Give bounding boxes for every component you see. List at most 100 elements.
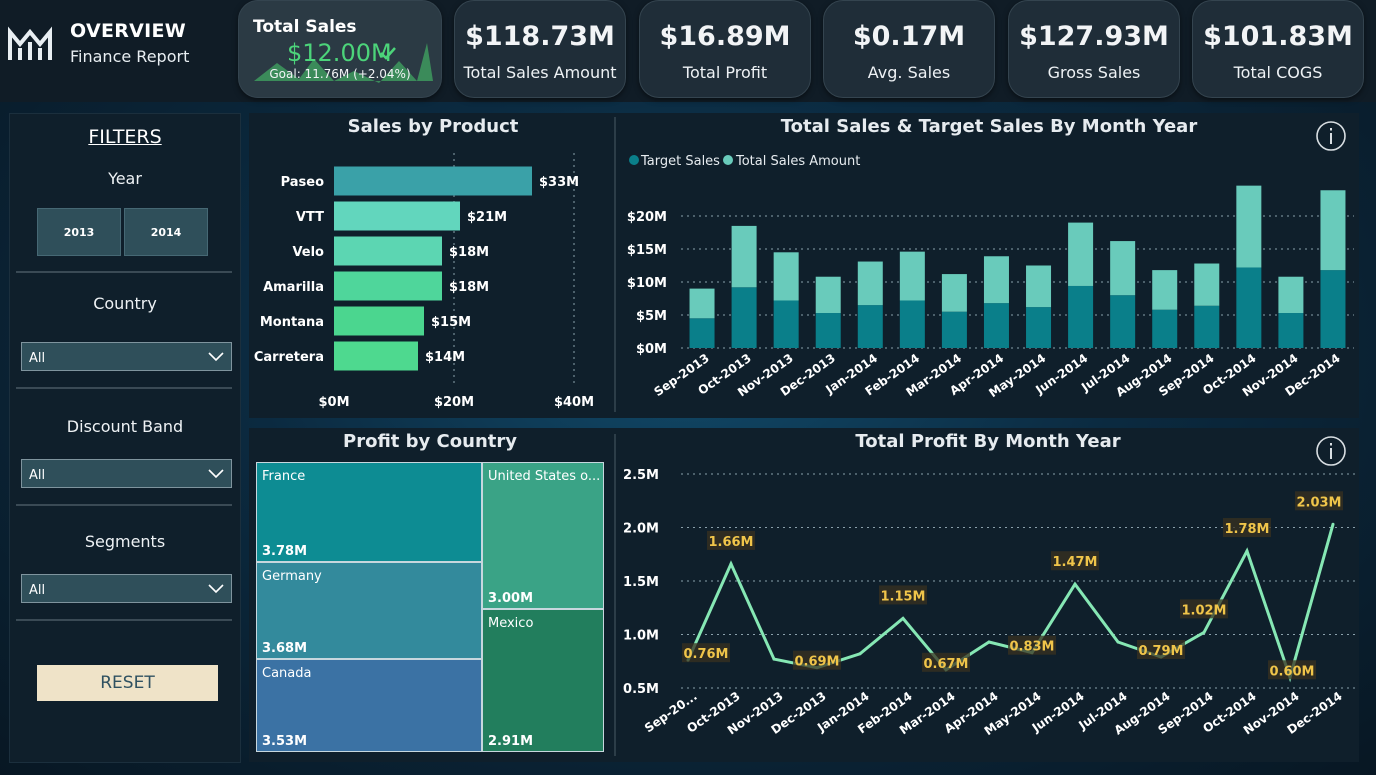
- data-label: 1.47M: [1052, 555, 1097, 570]
- target-sales-bar: [815, 313, 841, 348]
- profit-by-country-title: Profit by Country: [343, 431, 517, 452]
- kpi-total-sales[interactable]: Total Sales $12.00M Goal: 11.76M (+2.04%…: [238, 0, 442, 98]
- country-dropdown-value: All: [29, 351, 46, 366]
- kpi-label: Total Profit: [682, 63, 768, 82]
- kpi-total-sales-goal: Goal: 11.76M (+2.04%): [269, 67, 411, 81]
- reset-button[interactable]: RESET: [37, 665, 218, 701]
- data-label: 0.76M: [683, 647, 728, 662]
- bar-value-label: $18M: [449, 245, 489, 260]
- target-sales-bar: [1194, 305, 1220, 348]
- category-label: Velo: [292, 245, 324, 260]
- kpi-avg-sales[interactable]: $0.17M Avg. Sales: [823, 0, 995, 98]
- kpi-gross-sales[interactable]: $127.93M Gross Sales: [1008, 0, 1180, 98]
- data-label: 1.02M: [1181, 603, 1226, 618]
- treemap-cell-name: Mexico: [488, 616, 534, 631]
- top-charts-panel: Sales by Product Total Sales & Target Sa…: [249, 113, 1359, 418]
- kpi-total-sales-value: $12.00M: [287, 39, 392, 67]
- y-tick-label: $0M: [636, 342, 667, 357]
- x-tick-label: $20M: [434, 395, 474, 410]
- category-label: Montana: [260, 315, 324, 330]
- kpi-total-sales-amount[interactable]: $118.73M Total Sales Amount: [454, 0, 626, 98]
- kpi-value: $127.93M: [1019, 21, 1169, 52]
- total-sales-bar: [1152, 270, 1178, 310]
- bottom-charts-panel: Profit by Country Total Profit By Month …: [249, 428, 1359, 762]
- divider: [614, 434, 616, 756]
- total-sales-bar: [1236, 185, 1262, 268]
- filters-sidebar: FILTERS Year 2013 2014 Country All Disco…: [9, 113, 241, 763]
- treemap-cell-germany[interactable]: Germany 3.68M: [256, 562, 482, 659]
- year-button-2014[interactable]: 2014: [124, 208, 208, 256]
- total-sales-bar: [731, 225, 757, 288]
- kpi-value: $101.83M: [1203, 21, 1353, 52]
- y-tick-label: 2.5M: [623, 468, 659, 483]
- chevron-down-icon: [208, 469, 224, 479]
- data-label: 0.79M: [1138, 644, 1183, 659]
- data-label: 1.66M: [708, 535, 753, 550]
- discount-band-dropdown[interactable]: All: [21, 459, 232, 488]
- filters-title: FILTERS: [88, 126, 162, 148]
- total-sales-bar: [815, 276, 841, 314]
- chevron-down-icon: [208, 584, 224, 594]
- target-sales-bar: [1152, 309, 1178, 348]
- country-dropdown[interactable]: All: [21, 342, 232, 371]
- total-sales-bar: [1320, 190, 1346, 271]
- dashboard-page: OVERVIEW Finance Report Total Sales $12.…: [0, 0, 1376, 775]
- product-bar: [334, 341, 418, 371]
- segments-dropdown[interactable]: All: [21, 574, 232, 603]
- target-sales-bar: [1278, 313, 1304, 348]
- page-subtitle: Finance Report: [70, 47, 190, 66]
- treemap-cell-value: 3.53M: [262, 734, 308, 749]
- treemap-cell-name: France: [262, 469, 306, 484]
- chevron-down-icon: [208, 352, 224, 362]
- y-tick-label: $15M: [627, 243, 667, 258]
- target-sales-bar: [941, 311, 967, 348]
- sales-target-chart: Target Sales Total Sales Amount $0M $5M $10M…: [627, 154, 1354, 400]
- page-title: OVERVIEW: [70, 20, 187, 42]
- treemap-cell-united-states[interactable]: United States o... 3.00M: [482, 462, 604, 609]
- y-tick-label: $10M: [627, 276, 667, 291]
- target-sales-bar: [773, 300, 799, 348]
- kpi-total-cogs[interactable]: $101.83M Total COGS: [1192, 0, 1364, 98]
- category-label: Carretera: [254, 350, 324, 365]
- y-tick-label: 1.0M: [623, 629, 659, 644]
- target-sales-bar: [1110, 295, 1136, 348]
- target-sales-bar: [1026, 307, 1052, 348]
- x-tick-label: $0M: [318, 395, 349, 410]
- total-sales-bar: [941, 274, 967, 312]
- category-label: Amarilla: [263, 280, 324, 295]
- sales-by-product-chart: $0M $20M $40M Paseo $33M VTT $21M Velo $18M Amari…: [254, 153, 594, 410]
- divider: [16, 619, 232, 621]
- kpi-label: Total COGS: [1233, 63, 1323, 82]
- kpi-label: Total Sales Amount: [463, 63, 617, 82]
- data-label: 0.67M: [923, 657, 968, 672]
- y-tick-label: 1.5M: [623, 575, 659, 590]
- profit-point: [901, 616, 905, 620]
- total-sales-bar: [1194, 263, 1220, 306]
- divider: [614, 117, 616, 412]
- sales-by-product-title: Sales by Product: [347, 116, 519, 137]
- total-sales-bar: [899, 251, 925, 301]
- kpi-total-profit[interactable]: $16.89M Total Profit: [639, 0, 811, 98]
- profit-point: [1331, 522, 1335, 526]
- product-bar: [334, 306, 424, 336]
- total-sales-bar: [1278, 276, 1304, 314]
- data-label: 1.15M: [880, 589, 925, 604]
- treemap-cell-canada[interactable]: Canada 3.53M: [256, 659, 482, 752]
- year-button-2013[interactable]: 2013: [37, 208, 121, 256]
- target-sales-bar: [1236, 267, 1262, 348]
- discount-band-dropdown-value: All: [29, 468, 46, 483]
- target-sales-bar: [899, 300, 925, 348]
- treemap-cell-mexico[interactable]: Mexico 2.91M: [482, 609, 604, 752]
- treemap-cell-france[interactable]: France 3.78M: [256, 462, 482, 562]
- data-label: 1.78M: [1224, 522, 1269, 537]
- legend-label: Total Sales Amount: [735, 154, 860, 169]
- category-label: VTT: [296, 210, 324, 225]
- country-label: Country: [93, 294, 157, 313]
- treemap-cell-name: United States o...: [488, 469, 601, 484]
- treemap-cell-name: Germany: [262, 569, 322, 584]
- sales-target-title: Total Sales & Target Sales By Month Year: [780, 116, 1198, 137]
- treemap-cell-value: 3.68M: [262, 641, 308, 656]
- bar-value-label: $14M: [425, 350, 465, 365]
- product-bar: [334, 201, 460, 231]
- divider: [16, 271, 232, 273]
